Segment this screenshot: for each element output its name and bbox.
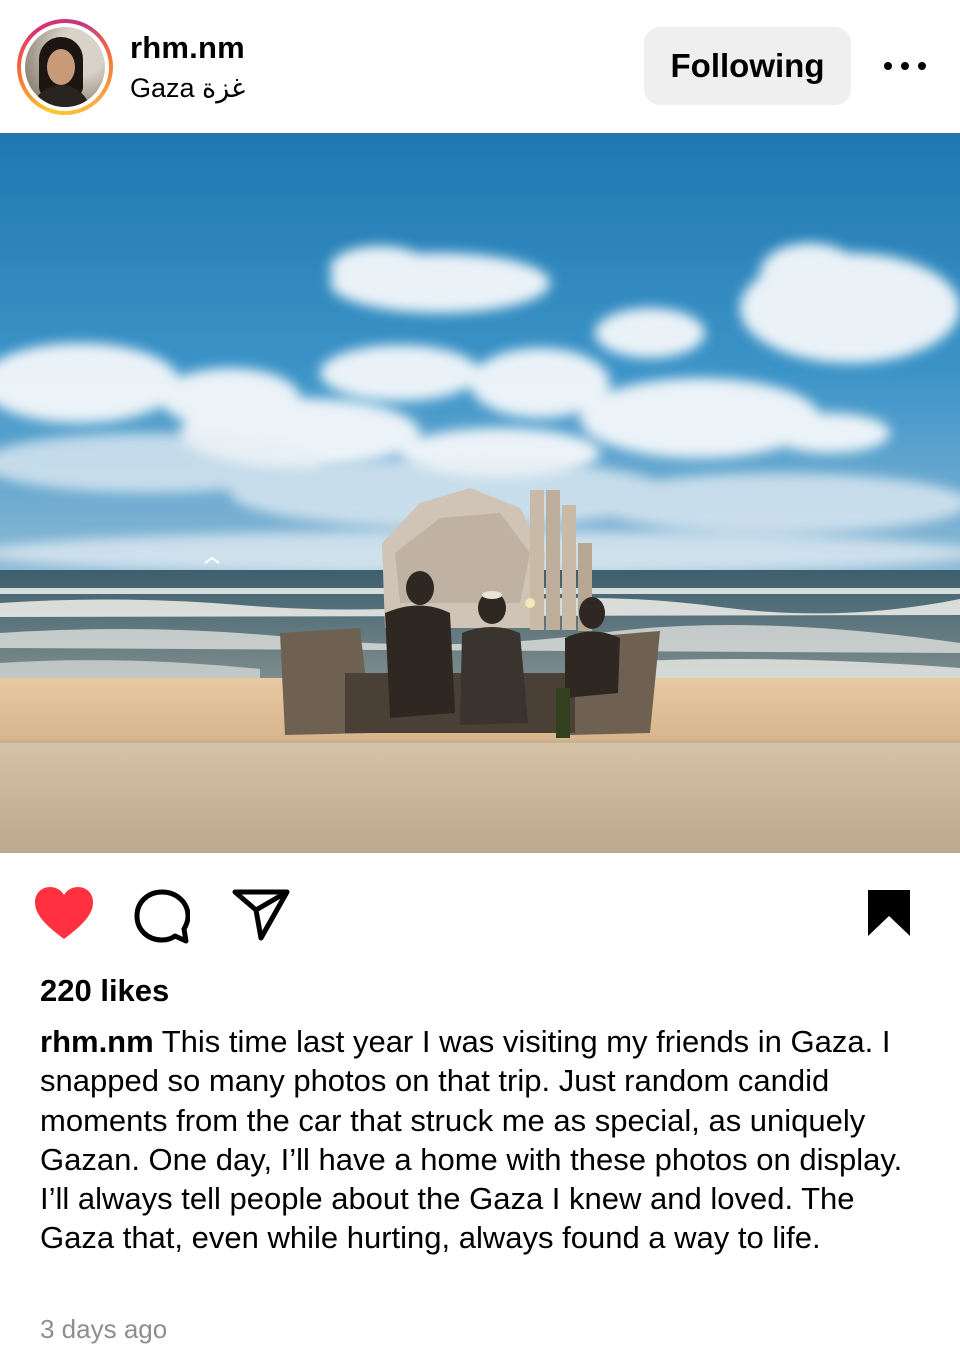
more-icon[interactable] (884, 56, 926, 76)
caption: rhm.nm This time last year I was visitin… (40, 1022, 930, 1258)
heart-icon[interactable] (34, 886, 94, 941)
story-ring[interactable] (17, 19, 113, 115)
bookmark-icon[interactable] (866, 888, 912, 938)
post-photo[interactable] (0, 133, 960, 853)
likes-count[interactable]: 220 likes (40, 973, 169, 1009)
post-header: rhm.nm Gaza غزة Following (0, 0, 960, 133)
username-link[interactable]: rhm.nm (130, 30, 245, 66)
location-link[interactable]: Gaza غزة (130, 73, 245, 104)
caption-text: This time last year I was visiting my fr… (40, 1024, 903, 1256)
comment-icon[interactable] (134, 889, 190, 945)
post-timestamp: 3 days ago (40, 1314, 168, 1344)
avatar[interactable] (25, 27, 105, 107)
caption-username[interactable]: rhm.nm (40, 1024, 154, 1059)
share-icon[interactable] (232, 888, 290, 942)
action-bar (0, 853, 960, 973)
following-button[interactable]: Following (644, 27, 851, 105)
